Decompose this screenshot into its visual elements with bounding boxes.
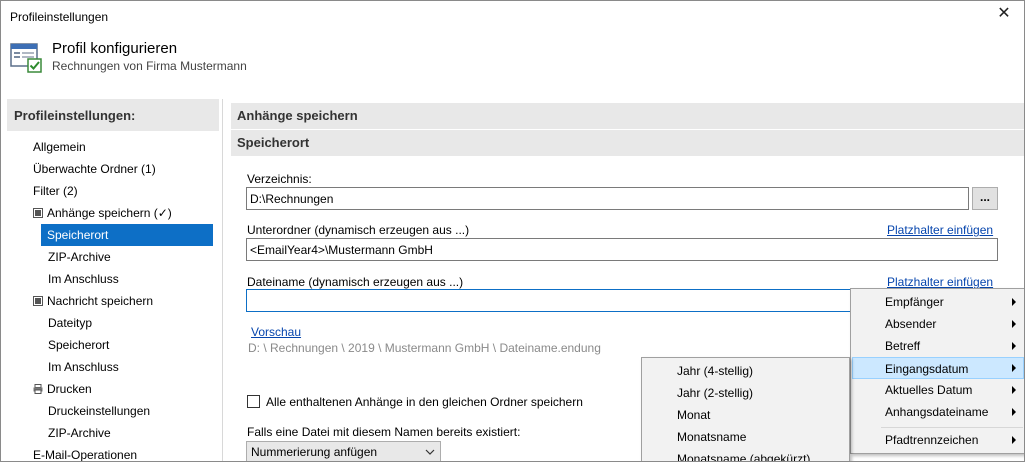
submenu-arrow-icon (1012, 342, 1016, 350)
same-folder-checkbox-label: Alle enthaltenen Anhänge in den gleichen… (266, 395, 583, 409)
subfolder-insert-placeholder-link[interactable]: Platzhalter einfügen (887, 223, 993, 237)
file-exists-label: Falls eine Datei mit diesem Namen bereit… (247, 425, 521, 439)
menu-item-received-date[interactable]: Eingangsdatum (852, 357, 1024, 379)
sidebar-item-print[interactable]: Drucken (33, 378, 92, 400)
menu-item-subject[interactable]: Betreff (851, 335, 1024, 357)
submenu-arrow-icon (1012, 436, 1016, 444)
dialog-title: Profil konfigurieren (52, 40, 178, 57)
submenu-item-year-4[interactable]: Jahr (4-stellig) (642, 360, 849, 382)
menu-separator (881, 427, 1023, 428)
settings-window-check-icon (10, 43, 42, 73)
sidebar-item-file-type[interactable]: Dateityp (48, 312, 92, 334)
settings-sidebar: Profileinstellungen: Allgemein Überwacht… (7, 99, 219, 461)
sidebar-item-save-attachments[interactable]: Anhänge speichern (✓) (33, 202, 172, 224)
sidebar-item-allgemein[interactable]: Allgemein (33, 136, 86, 158)
sidebar-item-zip-archive[interactable]: ZIP-Archive (48, 246, 111, 268)
submenu-item-month-name[interactable]: Monatsname (642, 426, 849, 448)
subfolder-label: Unterordner (dynamisch erzeugen aus ...) (247, 223, 470, 237)
dialog-subtitle: Rechnungen von Firma Mustermann (52, 59, 247, 73)
file-exists-select[interactable]: Nummerierung anfügen (246, 441, 441, 461)
sidebar-item-watched-folders[interactable]: Überwachte Ordner (1) (33, 158, 156, 180)
submenu-item-year-2[interactable]: Jahr (2-stellig) (642, 382, 849, 404)
sidebar-item-print-zip[interactable]: ZIP-Archive (48, 422, 111, 444)
received-date-submenu: Jahr (4-stellig) Jahr (2-stellig) Monat … (641, 357, 850, 461)
sidebar-item-afterwards[interactable]: Im Anschluss (48, 268, 119, 290)
close-icon[interactable]: ✕ (996, 5, 1012, 23)
sidebar-item-save-message[interactable]: Nachricht speichern (33, 290, 153, 312)
printer-icon (33, 384, 43, 394)
sidebar-item-message-location[interactable]: Speicherort (48, 334, 109, 356)
submenu-item-month-name-short[interactable]: Monatsname (abgekürzt) (642, 448, 849, 461)
collapse-icon[interactable] (33, 208, 43, 218)
filename-label: Dateiname (dynamisch erzeugen aus ...) (247, 275, 464, 289)
window-title: Profileinstellungen (10, 10, 109, 24)
menu-item-current-date[interactable]: Aktuelles Datum (851, 379, 1024, 401)
placeholder-context-menu: Empfänger Absender Betreff Eingangsdatum… (850, 288, 1024, 454)
dialog-header: Profil konfigurieren Rechnungen von Firm… (1, 31, 1024, 91)
subfolder-input[interactable]: <EmailYear4>\Mustermann GmbH (246, 238, 998, 261)
menu-item-attachment-filename[interactable]: Anhangsdateiname (851, 401, 1024, 423)
submenu-arrow-icon (1012, 408, 1016, 416)
same-folder-checkbox[interactable] (247, 395, 260, 408)
sidebar-item-message-afterwards[interactable]: Im Anschluss (48, 356, 119, 378)
submenu-arrow-icon (1012, 386, 1016, 394)
submenu-arrow-icon (1012, 320, 1016, 328)
sidebar-item-email-operations[interactable]: E-Mail-Operationen (33, 444, 137, 461)
sidebar-heading: Profileinstellungen: (7, 99, 219, 131)
sidebar-item-filter[interactable]: Filter (2) (33, 180, 78, 202)
submenu-item-month[interactable]: Monat (642, 404, 849, 426)
browse-button[interactable]: ... (972, 187, 998, 210)
section-heading-location: Speicherort (231, 130, 1024, 156)
title-bar: Profileinstellungen ✕ (1, 1, 1024, 31)
menu-item-recipient[interactable]: Empfänger (851, 291, 1024, 313)
submenu-arrow-icon (1012, 298, 1016, 306)
chevron-down-icon (425, 449, 435, 455)
sidebar-item-print-settings[interactable]: Druckeinstellungen (48, 400, 150, 422)
section-heading-save-attachments: Anhänge speichern (231, 103, 1024, 129)
menu-item-path-separator[interactable]: Pfadtrennzeichen (851, 429, 1024, 451)
preview-path: D: \ Rechnungen \ 2019 \ Mustermann GmbH… (248, 341, 601, 355)
sidebar-item-speicherort-selected[interactable]: Speicherort (41, 224, 213, 246)
directory-label: Verzeichnis: (247, 172, 312, 186)
filename-insert-placeholder-link[interactable]: Platzhalter einfügen (887, 275, 993, 289)
file-exists-select-value: Nummerierung anfügen (251, 445, 378, 459)
sidebar-divider (222, 99, 223, 461)
menu-item-sender[interactable]: Absender (851, 313, 1024, 335)
profile-settings-window: Profileinstellungen ✕ Profil konfigurier… (0, 0, 1025, 462)
submenu-arrow-icon (1012, 364, 1016, 372)
preview-link[interactable]: Vorschau (251, 325, 301, 339)
directory-input[interactable]: D:\Rechnungen (246, 187, 969, 210)
collapse-icon[interactable] (33, 296, 43, 306)
